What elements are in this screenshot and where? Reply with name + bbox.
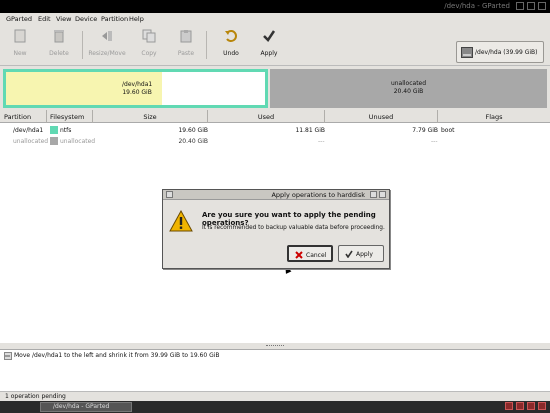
table-row[interactable]: unallocated unallocated 20.40 GiB --- --… xyxy=(0,136,550,146)
filesystem-color-swatch xyxy=(50,126,58,134)
copy-button[interactable]: Copy xyxy=(129,27,169,64)
drag-grip-icon[interactable] xyxy=(266,345,284,347)
checkmark-icon xyxy=(263,30,276,42)
menu-view[interactable]: View xyxy=(56,15,71,23)
operations-list: Move /dev/hda1 to the left and shrink it… xyxy=(0,349,550,391)
paste-icon xyxy=(180,30,192,43)
unallocated-block-name: unallocated xyxy=(390,80,427,87)
menu-help[interactable]: Help xyxy=(129,15,144,23)
unallocated-block-size: 20.40 GiB xyxy=(393,88,424,95)
cell-used: 11.81 GiB xyxy=(295,127,325,134)
dialog-message: It is recommended to backup valuable dat… xyxy=(202,225,385,231)
device-selector[interactable]: /dev/hda (39.99 GiB) xyxy=(456,41,544,63)
cell-partition: unallocated xyxy=(13,138,49,145)
checkmark-icon xyxy=(345,250,353,258)
undo-icon xyxy=(225,30,237,42)
partition-block-name: /dev/hda1 xyxy=(122,81,153,88)
warning-icon xyxy=(169,210,193,232)
toolbar: New Delete Resize/Move Copy Paste Undo A… xyxy=(0,25,550,66)
gparted-window: GParted Edit View Device Partition Help … xyxy=(0,13,550,401)
system-tray xyxy=(502,402,546,412)
delete-button[interactable]: Delete xyxy=(39,27,79,64)
resize-icon xyxy=(102,31,112,41)
harddisk-icon xyxy=(461,47,473,58)
cell-unused: 7.79 GiB xyxy=(412,127,438,134)
dialog-apply-button[interactable]: Apply xyxy=(338,245,384,262)
tray-icon[interactable] xyxy=(516,402,524,410)
taskbar-task-gparted[interactable]: /dev/hda - GParted xyxy=(40,402,132,412)
menubar: GParted Edit View Device Partition Help xyxy=(0,13,550,25)
column-header-filesystem[interactable]: Filesystem xyxy=(47,110,93,123)
cancel-button-label: Cancel xyxy=(306,252,327,259)
column-header-flags[interactable]: Flags xyxy=(438,110,550,123)
cell-flags: boot xyxy=(441,127,455,134)
dialog-minimize-icon[interactable] xyxy=(370,191,377,198)
partition-map: /dev/hda1 19.60 GiB unallocated 20.40 Gi… xyxy=(3,69,547,108)
menu-device[interactable]: Device xyxy=(75,15,97,23)
table-header: Partition Filesystem Size Used Unused Fl… xyxy=(0,110,550,123)
dialog-apply-button-label: Apply xyxy=(356,251,373,258)
maximize-icon[interactable] xyxy=(527,2,535,10)
resize-move-button[interactable]: Resize/Move xyxy=(84,27,130,64)
window-titlebar: /dev/hda - GParted xyxy=(0,0,550,13)
close-icon[interactable] xyxy=(538,2,546,10)
dialog-title: Apply operations to harddisk xyxy=(271,191,365,199)
tray-icon[interactable] xyxy=(505,402,513,410)
taskbar: /dev/hda - GParted xyxy=(0,401,550,413)
menu-gparted[interactable]: GParted xyxy=(6,15,32,23)
paste-button[interactable]: Paste xyxy=(166,27,206,64)
cancel-icon xyxy=(295,251,303,259)
filesystem-color-swatch xyxy=(50,137,58,145)
cell-size: 19.60 GiB xyxy=(178,127,208,134)
dialog-titlebar: Apply operations to harddisk xyxy=(163,190,389,200)
device-selector-label: /dev/hda (39.99 GiB) xyxy=(475,49,538,56)
cell-partition: /dev/hda1 xyxy=(13,127,44,134)
apply-button[interactable]: Apply xyxy=(249,27,289,64)
column-header-size[interactable]: Size xyxy=(93,110,208,123)
partition-block-unallocated[interactable]: unallocated 20.40 GiB xyxy=(270,69,547,108)
toolbar-separator xyxy=(82,31,83,59)
operation-item[interactable]: Move /dev/hda1 to the left and shrink it… xyxy=(14,352,220,359)
tray-icon[interactable] xyxy=(538,402,546,410)
delete-icon xyxy=(54,30,64,43)
cell-unused: --- xyxy=(431,138,438,145)
status-text: 1 operation pending xyxy=(5,393,66,400)
cell-filesystem: ntfs xyxy=(60,127,72,134)
cancel-button[interactable]: Cancel xyxy=(287,245,333,262)
table-row[interactable]: /dev/hda1 ntfs 19.60 GiB 11.81 GiB 7.79 … xyxy=(0,125,550,135)
status-bar: 1 operation pending xyxy=(0,391,550,401)
column-header-used[interactable]: Used xyxy=(208,110,325,123)
copy-icon xyxy=(142,29,156,43)
window-title: /dev/hda - GParted xyxy=(444,2,510,10)
tray-icon[interactable] xyxy=(527,402,535,410)
partition-block-size: 19.60 GiB xyxy=(122,89,152,96)
menu-edit[interactable]: Edit xyxy=(38,15,51,23)
move-operation-icon xyxy=(4,352,12,360)
column-header-unused[interactable]: Unused xyxy=(325,110,438,123)
minimize-icon[interactable] xyxy=(516,2,524,10)
cell-used: --- xyxy=(318,138,325,145)
menu-partition[interactable]: Partition xyxy=(101,15,128,23)
undo-button[interactable]: Undo xyxy=(211,27,251,64)
cell-filesystem: unallocated xyxy=(60,138,96,145)
dialog-close-icon[interactable] xyxy=(379,191,386,198)
toolbar-separator xyxy=(206,31,207,59)
dialog-menu-icon[interactable] xyxy=(166,191,173,198)
new-button[interactable]: New xyxy=(0,27,40,64)
column-header-partition[interactable]: Partition xyxy=(0,110,47,123)
apply-confirmation-dialog: Apply operations to harddisk Are you sur… xyxy=(162,189,390,269)
new-icon xyxy=(14,29,26,43)
cell-size: 20.40 GiB xyxy=(178,138,208,145)
partition-block-hda1[interactable]: /dev/hda1 19.60 GiB xyxy=(3,69,268,108)
